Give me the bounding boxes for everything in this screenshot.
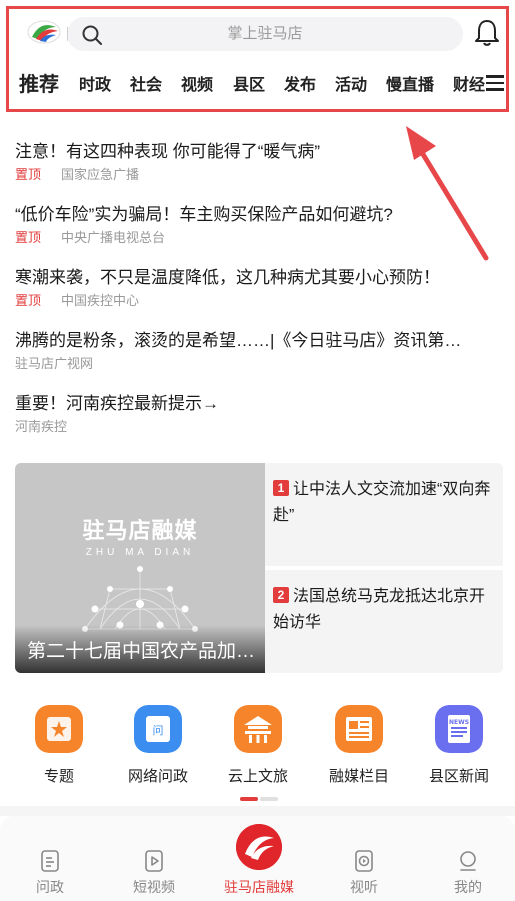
nav-label: 视听	[350, 879, 378, 895]
list-item[interactable]: 寒潮来袭，不只是温度降低，这几种病尤其要小心预防！ 置顶 中国疾控中心	[0, 266, 515, 329]
rank-badge: 2	[273, 587, 289, 603]
top-bar: 掌上驻马店	[9, 9, 506, 57]
search-input[interactable]: 掌上驻马店	[67, 17, 463, 51]
rank-badge: 1	[273, 480, 289, 496]
featured-brand-sub: ZHU MA DIAN	[85, 547, 195, 558]
nav-short-video[interactable]: 短视频	[104, 849, 204, 897]
temple-icon	[234, 705, 282, 753]
svg-text:问: 问	[153, 724, 164, 737]
list-item[interactable]: 注意！有这四种表现 你可能得了“暖气病” 置顶 国家应急广播	[0, 140, 515, 203]
tab-society[interactable]: 社会	[130, 71, 162, 95]
featured-side-item[interactable]: 2 法国总统马克龙抵达北京开始访华	[265, 570, 503, 673]
news-title: 重要！河南疾控最新提示→	[15, 394, 219, 413]
quick-link-topic[interactable]: 专题	[9, 705, 109, 786]
pinned-badge: 置顶	[15, 167, 42, 182]
menu-icon[interactable]	[486, 75, 504, 91]
nav-label: 短视频	[133, 879, 175, 895]
quick-link-county-news[interactable]: NEWS 县区新闻	[409, 705, 509, 786]
header-highlight-box: 掌上驻马店 推荐 时政 社会 视频 县区 发布 活动 慢直播 财经	[6, 6, 509, 112]
news-source: 驻马店广视网	[15, 356, 94, 371]
tab-slow-live[interactable]: 慢直播	[386, 71, 434, 95]
tab-activity[interactable]: 活动	[335, 71, 367, 95]
document-icon	[41, 850, 59, 872]
news-title: 沸腾的是粉条，滚烫的是希望……|《今日驻马店》资讯第…	[15, 331, 462, 350]
channel-tabs: 推荐 时政 社会 视频 县区 发布 活动 慢直播 财经	[9, 61, 506, 105]
page-dot-active	[240, 797, 258, 801]
tab-video[interactable]: 视频	[181, 71, 213, 95]
nav-inquiry[interactable]: 问政	[0, 849, 100, 897]
featured-block: 驻马店融媒 ZHU MA DIAN 第二十七届中国农产品加… 1 让中法人文交流加…	[15, 463, 503, 673]
inquiry-icon: 问	[134, 705, 182, 753]
nav-profile[interactable]: 我的	[418, 849, 515, 897]
app-logo-icon[interactable]	[26, 19, 62, 45]
nav-label: 我的	[454, 879, 482, 895]
featured-side-title: 法国总统马克龙抵达北京开始访华	[273, 588, 486, 631]
nav-home-media[interactable]: 驻马店融媒	[209, 849, 309, 897]
nav-label: 驻马店融媒	[224, 879, 294, 895]
page-indicator	[240, 797, 280, 801]
quick-link-label: 专题	[43, 768, 74, 785]
news-source: 中央广播电视总台	[61, 230, 166, 245]
list-item[interactable]: “低价车险”实为骗局！车主购买保险产品如何避坑? 置顶 中央广播电视总台	[0, 203, 515, 266]
quick-link-culture-travel[interactable]: 云上文旅	[208, 705, 308, 786]
pinned-badge: 置顶	[15, 230, 42, 245]
tab-politics[interactable]: 时政	[79, 71, 111, 95]
quick-links: 专题 问 网络问政 云上文旅 融媒栏目 NEWS 县区新闻	[0, 705, 515, 795]
tab-recommend[interactable]: 推荐	[19, 68, 59, 97]
quick-link-inquiry[interactable]: 问 网络问政	[108, 705, 208, 786]
profile-icon	[460, 851, 476, 871]
page-dot	[260, 797, 278, 801]
featured-side-title: 让中法人文交流加速“双向奔赴”	[273, 481, 491, 524]
pinned-badge: 置顶	[15, 293, 42, 308]
bottom-nav: 问政 短视频 驻马店融媒 视听 我的	[0, 816, 515, 901]
quick-link-label: 云上文旅	[227, 768, 288, 785]
quick-link-media-column[interactable]: 融媒栏目	[309, 705, 409, 786]
play-icon	[145, 850, 163, 872]
bell-icon[interactable]	[473, 17, 501, 47]
news-icon: NEWS	[435, 705, 483, 753]
featured-side-item[interactable]: 1 让中法人文交流加速“双向奔赴”	[265, 463, 503, 566]
video-icon	[355, 850, 373, 872]
quick-link-label: 网络问政	[127, 768, 188, 785]
quick-link-label: 融媒栏目	[328, 768, 389, 785]
featured-image-card[interactable]: 驻马店融媒 ZHU MA DIAN 第二十七届中国农产品加…	[15, 463, 265, 673]
news-title: 寒潮来袭，不只是温度降低，这几种病尤其要小心预防！	[15, 268, 440, 287]
news-title: 注意！有这四种表现 你可能得了“暖气病”	[15, 142, 321, 161]
news-source: 中国疾控中心	[61, 293, 140, 308]
featured-caption: 第二十七届中国农产品加…	[27, 641, 256, 662]
news-title: “低价车险”实为骗局！车主购买保险产品如何避坑?	[15, 205, 393, 224]
newspaper-icon	[335, 705, 383, 753]
nav-audio-visual[interactable]: 视听	[314, 849, 414, 897]
list-item[interactable]: 沸腾的是粉条，滚烫的是希望……|《今日驻马店》资讯第… 驻马店广视网	[0, 329, 515, 392]
quick-link-label: 县区新闻	[428, 768, 489, 785]
section-gap	[0, 806, 515, 816]
news-list: 注意！有这四种表现 你可能得了“暖气病” 置顶 国家应急广播 “低价车险”实为骗局…	[0, 140, 515, 455]
tab-county[interactable]: 县区	[233, 71, 265, 95]
tab-release[interactable]: 发布	[284, 71, 316, 95]
list-item[interactable]: 重要！河南疾控最新提示→ 河南疾控	[0, 392, 515, 455]
svg-text:NEWS: NEWS	[449, 719, 469, 726]
topic-icon	[35, 705, 83, 753]
featured-brand: 驻马店融媒	[82, 518, 198, 543]
news-source: 国家应急广播	[61, 167, 140, 182]
nav-label: 问政	[36, 879, 64, 895]
search-placeholder: 掌上驻马店	[227, 25, 303, 42]
tab-finance[interactable]: 财经	[453, 71, 485, 95]
news-source: 河南疾控	[15, 419, 68, 434]
